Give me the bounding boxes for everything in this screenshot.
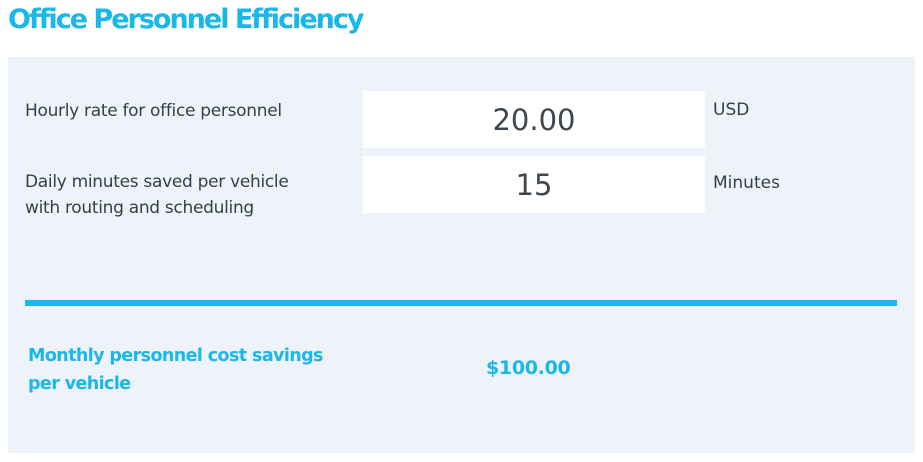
hourly-rate-label: Hourly rate for office personnel (25, 101, 282, 121)
minutes-saved-label-line2: with routing and scheduling (25, 198, 254, 218)
savings-result-label-line1: Monthly personnel cost savings (28, 346, 323, 366)
minutes-saved-label: Daily minutes saved per vehicle with rou… (25, 169, 289, 221)
section-divider (25, 300, 897, 306)
calculator-panel: Hourly rate for office personnel USD Dai… (8, 57, 915, 453)
savings-result-value: $100.00 (486, 357, 571, 379)
page-title: Office Personnel Efficiency (8, 4, 364, 35)
minutes-saved-label-line1: Daily minutes saved per vehicle (25, 172, 289, 192)
savings-result-label-line2: per vehicle (28, 374, 131, 394)
hourly-rate-input[interactable] (363, 91, 705, 148)
minutes-saved-unit: Minutes (713, 173, 780, 193)
hourly-rate-unit: USD (713, 100, 750, 120)
savings-result-label: Monthly personnel cost savings per vehic… (28, 342, 368, 398)
minutes-saved-input[interactable] (363, 156, 705, 213)
